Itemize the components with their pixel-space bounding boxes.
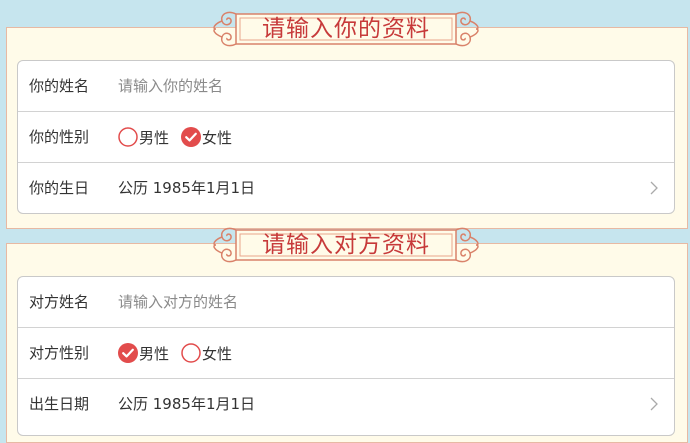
self-gender-male-label: 男性 bbox=[139, 128, 170, 147]
partner-gender-female-radio[interactable]: 女性 bbox=[181, 343, 232, 363]
self-gender-male-radio[interactable]: 男性 bbox=[118, 127, 169, 147]
circle-outline-icon bbox=[181, 343, 201, 363]
partner-name-label: 对方姓名 bbox=[29, 293, 90, 311]
self-birthday-value: 公历 1985年1月1日 bbox=[118, 179, 256, 197]
chevron-right-icon bbox=[650, 397, 658, 411]
self-birthday-label: 你的生日 bbox=[29, 179, 90, 197]
self-gender-label: 你的性别 bbox=[29, 128, 90, 146]
self-name-row: 你的姓名 bbox=[18, 61, 674, 112]
self-birthday-row[interactable]: 你的生日 公历 1985年1月1日 bbox=[18, 163, 674, 213]
partner-gender-male-radio[interactable]: 男性 bbox=[118, 343, 169, 363]
partner-gender-row: 对方性别 男性 女性 bbox=[18, 328, 674, 379]
circle-outline-icon bbox=[118, 127, 138, 147]
self-gender-female-radio[interactable]: 女性 bbox=[181, 127, 232, 147]
partner-birthday-value: 公历 1985年1月1日 bbox=[118, 395, 256, 413]
partner-gender-female-label: 女性 bbox=[202, 344, 233, 363]
self-gender-female-label: 女性 bbox=[202, 128, 233, 147]
partner-birthday-row[interactable]: 出生日期 公历 1985年1月1日 bbox=[18, 379, 674, 430]
partner-section-title: 请输入对方资料 bbox=[262, 232, 430, 258]
self-section-title: 请输入你的资料 bbox=[262, 16, 430, 42]
self-info-form: 你的姓名 你的性别 男性 女性 你的生日 公历 1985年1月1日 bbox=[17, 60, 675, 214]
partner-section-banner: 请输入对方资料 bbox=[210, 224, 482, 266]
partner-gender-male-label: 男性 bbox=[139, 344, 170, 363]
check-circle-icon bbox=[118, 343, 138, 363]
partner-gender-label: 对方性别 bbox=[29, 344, 90, 362]
partner-name-input[interactable] bbox=[118, 293, 518, 311]
self-gender-row: 你的性别 男性 女性 bbox=[18, 112, 674, 163]
partner-info-form: 对方姓名 对方性别 男性 女性 出生日期 公历 1985年1月1日 bbox=[17, 276, 675, 436]
check-circle-icon bbox=[181, 127, 201, 147]
partner-birthday-label: 出生日期 bbox=[29, 395, 90, 413]
self-name-label: 你的姓名 bbox=[29, 77, 90, 95]
partner-name-row: 对方姓名 bbox=[18, 277, 674, 328]
chevron-right-icon bbox=[650, 181, 658, 195]
self-section-banner: 请输入你的资料 bbox=[210, 8, 482, 50]
self-name-input[interactable] bbox=[118, 77, 518, 95]
